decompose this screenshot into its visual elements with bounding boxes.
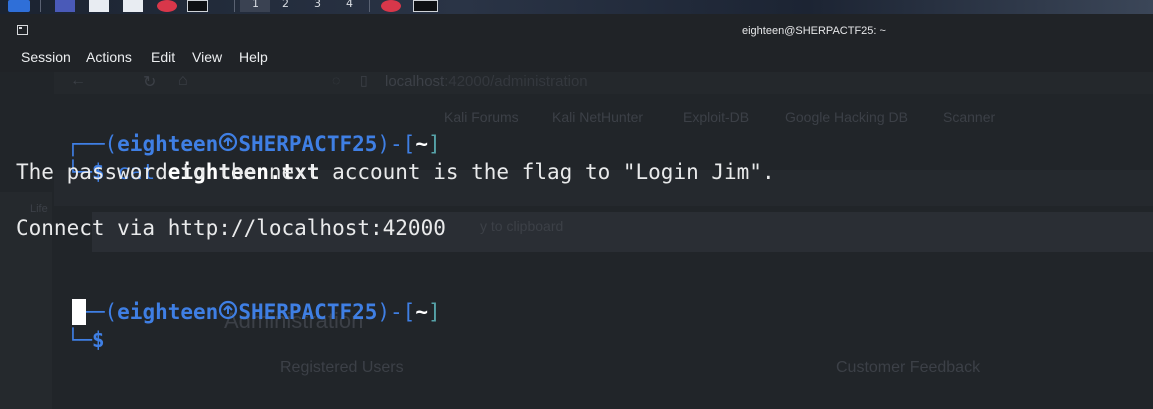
ghost-bookmark-kali-forums: Kali Forums [444, 109, 519, 125]
prompt2-frame-bottom: └─ [66, 328, 92, 352]
ghost-clipboard-hint: y to clipboard [480, 218, 564, 234]
prompt2-cwd: ~ [415, 300, 428, 324]
output-line-3: Connect via http://localhost:42000 [16, 216, 446, 240]
ghost-url-host: localhost [385, 73, 445, 90]
terminal-task-icon[interactable] [413, 0, 438, 12]
kali-dragon-icon [218, 299, 238, 327]
prompt2-close: ] [427, 300, 441, 324]
workspace-4[interactable]: 4 [346, 0, 353, 10]
prompt2-mid: )-[ [377, 300, 416, 324]
taskbar-separator [234, 0, 235, 12]
show-desktop-icon[interactable] [55, 0, 75, 12]
command-line-2[interactable]: └─$ [16, 298, 105, 382]
ghost-bookmark-exploit-db: Exploit-DB [683, 109, 750, 125]
firefox-task-icon[interactable] [381, 0, 401, 12]
title-bar: eighteen@SHERPACTF25: ~ [0, 14, 1153, 46]
ghost-page-icon: ▯ [360, 72, 368, 88]
prompt-mid: )-[ [377, 132, 416, 156]
ghost-browser-toolbar [54, 72, 1153, 94]
menu-edit[interactable]: Edit [151, 49, 175, 65]
workspace-1[interactable]: 1 [252, 0, 259, 10]
ghost-bookmark-google-hacking-db: Google Hacking DB [785, 109, 908, 125]
window-title: eighteen@SHERPACTF25: ~ [742, 25, 886, 37]
ghost-back-icon: ← [70, 72, 86, 89]
ghost-home-icon: ⌂ [178, 72, 188, 89]
file-manager-icon[interactable] [89, 0, 109, 12]
ghost-bookmark-scanner: Scanner [943, 109, 996, 125]
text-cursor [72, 299, 86, 325]
prompt-close: ] [427, 132, 441, 156]
terminal-area[interactable]: ← ↻ ⌂ ◌ ▯ localhost:42000/administration… [0, 72, 1153, 409]
ghost-url: localhost:42000/administration [385, 73, 588, 90]
ghost-col-left: Registered Users [280, 359, 404, 376]
menu-bar: Session Actions Edit View Help [0, 46, 1153, 72]
workspace-3[interactable]: 3 [314, 0, 321, 10]
ghost-col-right: Customer Feedback [836, 359, 981, 376]
kali-menu-icon[interactable] [8, 0, 30, 12]
terminal-launcher-icon[interactable] [187, 0, 208, 12]
output-line-1: The password to the next account is the … [16, 160, 775, 184]
taskbar: 1 2 3 4 [0, 0, 1153, 14]
taskbar-separator [40, 0, 41, 12]
workspace-2[interactable]: 2 [282, 0, 289, 10]
taskbar-separator [369, 0, 370, 12]
prompt2-host: SHERPACTF25 [238, 300, 378, 324]
text-editor-icon[interactable] [123, 0, 143, 12]
prompt2-user: eighteen [117, 300, 219, 324]
prompt-cwd: ~ [415, 132, 428, 156]
ghost-shield-icon: ◌ [332, 72, 341, 88]
menu-view[interactable]: View [192, 49, 222, 65]
chevron-down-icon[interactable] [216, 0, 222, 12]
ghost-url-rest: :42000/administration [444, 73, 588, 90]
menu-help[interactable]: Help [239, 49, 268, 65]
menu-actions[interactable]: Actions [86, 49, 132, 65]
prompt2-dollar: $ [91, 328, 105, 352]
ghost-reload-icon: ↻ [143, 74, 157, 91]
menu-session[interactable]: Session [21, 49, 71, 65]
ghost-bookmark-kali-nethunter: Kali NetHunter [552, 109, 644, 125]
firefox-icon[interactable] [157, 0, 177, 12]
